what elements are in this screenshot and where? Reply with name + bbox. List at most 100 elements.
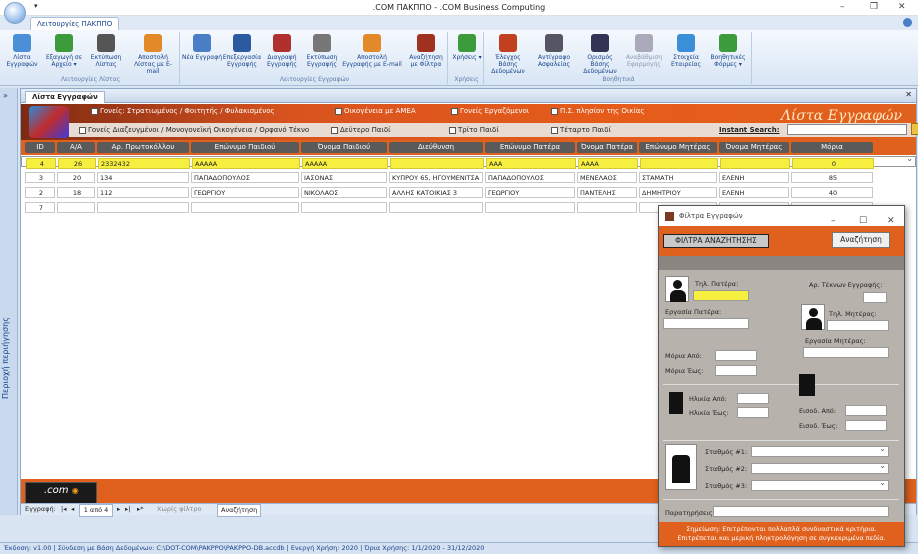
record-position[interactable]: 1 από 4	[79, 504, 113, 517]
backup-button[interactable]: Αντίγραφο Ασφαλείας	[532, 34, 576, 68]
table-cell[interactable]	[390, 158, 484, 169]
father-job-input[interactable]	[663, 318, 749, 329]
checkbox-amea[interactable]: Οικογένεια με ΑΜΕΑ	[335, 107, 416, 115]
email-record-button[interactable]: Αποστολή Εγγραφής με E-mail	[342, 34, 402, 68]
table-cell[interactable]: ΑΑΑΑ	[578, 158, 638, 169]
station2-select[interactable]	[751, 461, 889, 474]
station3-select[interactable]	[751, 478, 889, 491]
table-cell[interactable]: 3	[25, 172, 55, 183]
income-from-input[interactable]	[845, 405, 887, 416]
dialog-search-button[interactable]: Αναζήτηση	[832, 232, 890, 248]
print-record-button[interactable]: Εκτύπωση Εγγραφής	[302, 34, 342, 68]
checkbox-divorced[interactable]: Γονείς Διαζευγμένοι / Μονογονεϊκή Οικογέ…	[79, 126, 309, 134]
print-list-button[interactable]: Εκτύπωση Λίστας	[86, 34, 126, 68]
ribbon-tab[interactable]: Λειτουργίες ΠΑΚΠΠΟ	[30, 17, 120, 31]
table-cell[interactable]: ΑΛΛΗΣ ΚΑΤΟΙΚΙΑΣ 3	[389, 187, 483, 198]
minimize-icon[interactable]: –	[840, 2, 845, 12]
next-record-icon[interactable]: ▸	[117, 504, 120, 515]
mother-phone-input[interactable]	[827, 320, 889, 331]
close-icon[interactable]: ✕	[898, 2, 906, 12]
points-to-input[interactable]	[715, 365, 757, 376]
edit-record-button[interactable]: Επεξεργασία Εγγραφής	[222, 34, 262, 68]
table-cell[interactable]: 112	[97, 187, 189, 198]
table-cell[interactable]: 2332432	[98, 158, 190, 169]
age-from-input[interactable]	[737, 393, 769, 404]
column-header[interactable]: Όνομα Παιδιού	[301, 142, 387, 153]
table-cell[interactable]: 20	[57, 172, 95, 183]
expand-chevron-icon[interactable]: »	[3, 91, 8, 100]
column-header[interactable]: Αρ. Πρωτοκόλλου	[97, 142, 189, 153]
years-button[interactable]: Χρήσεις ▾	[450, 34, 484, 61]
table-cell[interactable]	[640, 158, 718, 169]
table-cell[interactable]	[191, 202, 299, 213]
table-cell[interactable]: ΑΑΑΑΑ	[192, 158, 300, 169]
checkbox-parents-soldier[interactable]: Γονείς: Στρατιωμένος / Φοιτητής / Φυλακι…	[91, 107, 275, 115]
column-header[interactable]: Επώνυμο Πατέρα	[485, 142, 575, 153]
mother-job-input[interactable]	[803, 347, 889, 358]
table-row[interactable]: 4 26 2332432 ΑΑΑΑΑ ΑΑΑΑΑ ΑΑΑ ΑΑΑΑ 0	[21, 154, 916, 169]
notes-input[interactable]	[713, 506, 889, 517]
father-phone-input[interactable]	[693, 290, 749, 301]
table-cell[interactable]: 40	[791, 187, 873, 198]
table-cell[interactable]: 2	[25, 187, 55, 198]
checkbox-working-parents[interactable]: Γονείς Εργαζόμενοι	[451, 107, 529, 115]
column-header[interactable]: Όνομα Μητέρας	[719, 142, 789, 153]
table-cell[interactable]: ΓΕΩΡΓΙΟΥ	[191, 187, 299, 198]
table-cell[interactable]: 7	[25, 202, 55, 213]
children-count-input[interactable]	[863, 292, 887, 303]
new-record-button[interactable]: Νέα Εγγραφή	[182, 34, 222, 61]
previous-record-icon[interactable]: ◂	[71, 504, 74, 515]
filter-search-button[interactable]: Αναζήτηση με Φίλτρα	[406, 34, 446, 68]
table-cell[interactable]: ΜΕΝΕΛΑΟΣ	[577, 172, 637, 183]
application-menu-button[interactable]	[4, 2, 26, 24]
filter-status[interactable]: Χωρίς φίλτρο	[157, 504, 201, 515]
table-cell[interactable]	[485, 202, 575, 213]
table-row[interactable]: 3 20 134 ΠΑΠΑΔΟΠΟΥΛΟΣ ΙΑΣΟΝΑΣ ΚΥΠΡΟΥ 65, ΗΓΟΥ…	[21, 171, 916, 184]
table-cell[interactable]	[57, 202, 95, 213]
column-header[interactable]: ID	[25, 142, 55, 153]
table-cell[interactable]	[301, 202, 387, 213]
column-header[interactable]: Όνομα Πατέρα	[577, 142, 637, 153]
email-list-button[interactable]: Αποστολή Λίστας με E-mail	[128, 34, 178, 75]
first-record-icon[interactable]: |◂	[61, 504, 66, 515]
helper-forms-button[interactable]: Βοηθητικές Φόρμες ▾	[708, 34, 748, 68]
table-cell[interactable]	[720, 158, 790, 169]
station1-select[interactable]	[751, 444, 889, 457]
checkbox-second-child[interactable]: Δεύτερο Παιδί	[331, 126, 390, 134]
table-cell[interactable]: ΔΗΜΗΤΡΙΟΥ	[639, 187, 717, 198]
table-cell[interactable]: ΓΕΩΡΓΙΟΥ	[485, 187, 575, 198]
instant-search-input[interactable]	[787, 124, 907, 135]
export-button[interactable]: Εξαγωγή σε Αρχείο ▾	[44, 34, 84, 68]
table-cell[interactable]: ΣΤΑΜΑΤΗ	[639, 172, 717, 183]
last-record-icon[interactable]: ▸|	[125, 504, 130, 515]
table-cell[interactable]: ΕΛΕΝΗ	[719, 172, 789, 183]
column-header[interactable]: Επώνυμο Μητέρας	[639, 142, 717, 153]
table-cell[interactable]: 26	[58, 158, 96, 169]
upgrade-button[interactable]: Αναβάθμιση Εφαρμογής	[624, 34, 664, 68]
nav-search-input[interactable]: Αναζήτηση	[217, 504, 262, 517]
close-document-icon[interactable]: ✕	[905, 90, 912, 99]
instant-search-button[interactable]	[911, 123, 918, 135]
navigation-pane[interactable]: » Περιοχή περιήγησης	[0, 88, 18, 515]
table-cell[interactable]: 18	[57, 187, 95, 198]
table-cell[interactable]: 0	[792, 158, 874, 169]
table-cell[interactable]: ΑΑΑΑΑ	[302, 158, 388, 169]
table-cell[interactable]: 134	[97, 172, 189, 183]
maximize-icon[interactable]: ❐	[870, 2, 878, 12]
column-header[interactable]: Επώνυμο Παιδιού	[191, 142, 299, 153]
check-db-button[interactable]: Έλεγχος Βάσης Δεδομένων	[486, 34, 530, 75]
table-row[interactable]: 2 18 112 ΓΕΩΡΓΙΟΥ ΝΙΚΟΛΑΟΣ ΑΛΛΗΣ ΚΑΤΟΙΚΙΑΣ 3Γ…	[21, 186, 916, 199]
new-record-icon[interactable]: ▸*	[137, 504, 144, 515]
checkbox-third-child[interactable]: Τρίτο Παιδί	[449, 126, 499, 134]
table-cell[interactable]: ΚΥΠΡΟΥ 65, ΗΓΟΥΜΕΝΙΤΣΑ	[389, 172, 483, 183]
table-cell[interactable]: ΑΑΑ	[486, 158, 576, 169]
table-cell[interactable]: ΠΑΠΑΔΟΠΟΥΛΟΣ	[485, 172, 575, 183]
table-cell[interactable]: ΠΑΝΤΕΛΗΣ	[577, 187, 637, 198]
set-db-button[interactable]: Ορισμός Βάσης Δεδομένων	[578, 34, 622, 75]
age-to-input[interactable]	[737, 407, 769, 418]
column-header[interactable]: Α/Α	[57, 142, 95, 153]
table-cell[interactable]: ΝΙΚΟΛΑΟΣ	[301, 187, 387, 198]
checkbox-fourth-child[interactable]: Τέταρτο Παιδί	[551, 126, 611, 134]
column-header[interactable]: Διεύθυνση	[389, 142, 483, 153]
table-cell[interactable]	[97, 202, 189, 213]
